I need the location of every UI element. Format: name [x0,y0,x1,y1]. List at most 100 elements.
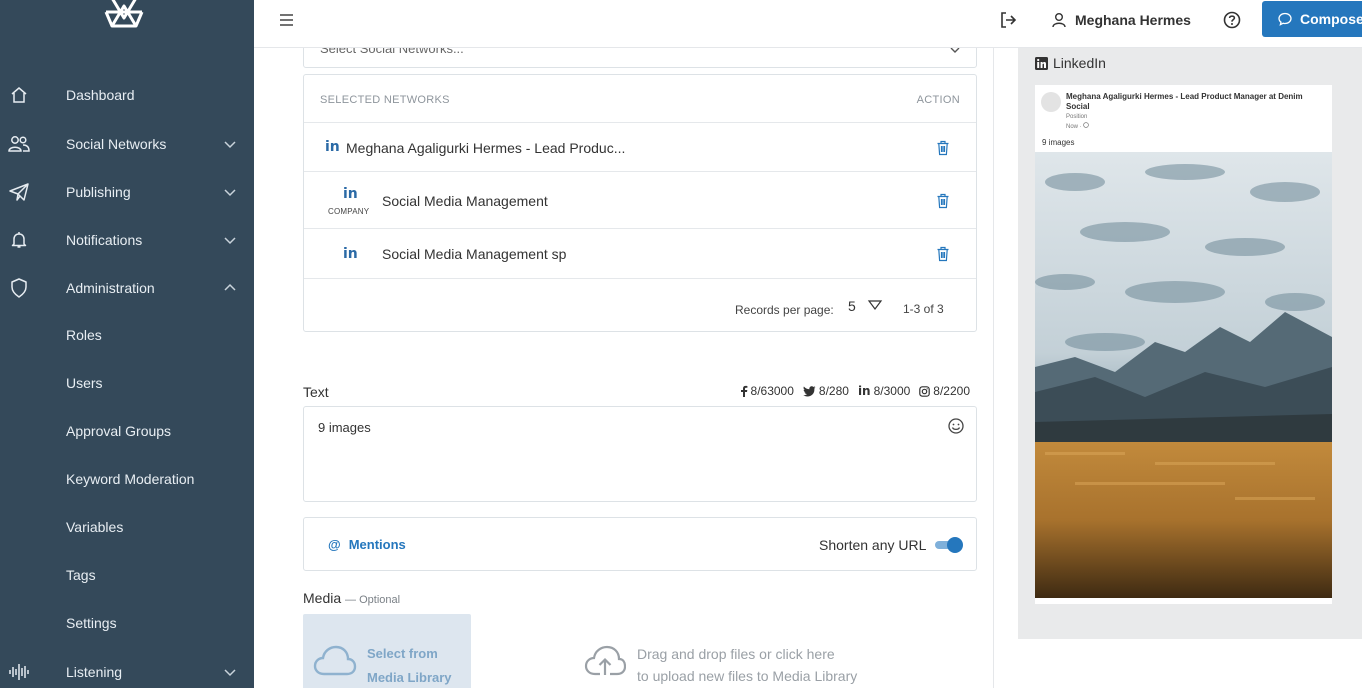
bell-icon [8,229,30,251]
social-network-select[interactable]: Select Social Networks... [303,48,977,68]
cloud-upload-icon[interactable] [584,644,626,678]
sub-label: Settings [66,615,117,631]
preview-author: Meghana Agaligurki Hermes - Lead Product… [1066,92,1303,111]
facebook-count: 8/63000 [740,384,794,398]
nav-label: Dashboard [66,87,135,103]
mentions-label: Mentions [348,537,406,552]
linkedin-icon: in [325,139,340,155]
network-name: Meghana Agaligurki Hermes - Lead Produc.… [346,140,626,156]
sound-wave-icon [8,661,30,683]
linkedin-icon: in [343,246,358,262]
sub-label: Roles [66,327,102,343]
compose-form: Select Social Networks... SELECTED NETWO… [254,48,994,688]
facebook-icon [740,385,747,397]
sidebar-item-users[interactable]: Users [0,363,254,403]
nav-notifications[interactable]: Notifications [0,220,254,260]
preview-panel: LinkedIn Meghana Agaligurki Hermes - Lea… [994,48,1362,688]
mentions-bar: @ Mentions Shorten any URL [303,517,977,571]
optional-hint: — Optional [345,594,401,606]
table-row: in Meghana Agaligurki Hermes - Lead Prod… [304,123,976,172]
media-label: Media — Optional [303,590,401,606]
globe-icon [1083,122,1090,128]
records-per-page-label: Records per page: [735,303,834,317]
post-text-input[interactable]: 9 images [303,406,977,502]
header-action: ACTION [916,94,960,106]
sidebar-item-settings[interactable]: Settings [0,603,254,643]
sidebar-item-roles[interactable]: Roles [0,315,254,355]
avatar [1041,92,1061,112]
emoji-icon[interactable] [947,417,965,435]
twitter-count: 8/280 [803,384,849,398]
header-selected-networks: SELECTED NETWORKS [320,94,450,106]
hamburger-icon[interactable] [278,12,296,28]
paper-plane-icon [8,181,30,203]
preview-text: 9 images [1042,138,1075,147]
pagination: Records per page: 5 1-3 of 3 [304,279,976,333]
sidebar-item-variables[interactable]: Variables [0,507,254,547]
user-menu[interactable]: Meghana Hermes [1051,10,1191,30]
nav-social-networks[interactable]: Social Networks [0,124,254,164]
sub-label: Users [66,375,103,391]
trash-icon[interactable] [936,246,950,262]
nav-label: Social Networks [66,136,167,152]
chevron-up-icon [224,283,236,291]
toggle-knob [947,537,963,553]
table-header: SELECTED NETWORKS ACTION [304,75,976,123]
sidebar-item-approval-groups[interactable]: Approval Groups [0,411,254,451]
preview-title: LinkedIn [1035,55,1106,71]
media-library-text: Select from Media Library [367,646,452,685]
chat-icon [1278,12,1292,26]
records-per-page-value[interactable]: 5 [848,298,856,314]
character-counts: 8/63000 8/280 in 8/3000 8/2200 [714,384,970,398]
trash-icon[interactable] [936,193,950,209]
selected-networks-table: SELECTED NETWORKS ACTION in Meghana Agal… [303,74,977,332]
upload-dropzone-text[interactable]: Drag and drop files or click here to uplo… [637,643,857,687]
sub-label: Approval Groups [66,423,172,439]
trash-icon[interactable] [936,140,950,156]
preview-time: Now · [1066,122,1090,130]
twitter-icon [803,385,816,397]
preview-position: Position [1066,114,1088,120]
shield-icon [8,277,30,299]
nav-label: Notifications [66,232,143,248]
linkedin-icon: in [857,384,871,398]
triangle-down-icon[interactable] [867,299,883,311]
compose-button[interactable]: Compose [1262,1,1362,37]
table-row: in Social Media Management sp [304,229,976,279]
chevron-down-icon [224,669,236,677]
nav-dashboard[interactable]: Dashboard [0,75,254,115]
post-text-value: 9 images [318,420,371,435]
nav-label: Administration [66,280,155,296]
network-type: COMPANY [328,207,370,216]
sub-label: Keyword Moderation [66,471,195,487]
nav-administration[interactable]: Administration [0,268,254,308]
cloud-icon [313,645,357,676]
linkedin-square-icon [1035,56,1048,70]
chevron-down-icon [224,141,236,149]
sidebar: Dashboard Social Networks Publishing Not… [0,0,254,688]
network-name: Social Media Management [382,193,548,209]
users-icon [8,133,30,155]
shorten-url-toggle[interactable] [935,537,963,553]
nav-label: Publishing [66,184,131,200]
sidebar-item-keyword-moderation[interactable]: Keyword Moderation [0,459,254,499]
sub-label: Tags [66,567,96,583]
topbar: Meghana Hermes Compose [254,0,1362,48]
linkedin-preview: LinkedIn Meghana Agaligurki Hermes - Lea… [1018,48,1362,639]
preview-post-card: Meghana Agaligurki Hermes - Lead Product… [1035,85,1332,604]
preview-image [1035,152,1332,598]
sub-label: Variables [66,519,124,535]
logout-icon[interactable] [998,10,1018,30]
app-logo[interactable] [103,0,145,32]
linkedin-icon: in [343,186,358,202]
sidebar-item-tags[interactable]: Tags [0,555,254,595]
preview-network: LinkedIn [1053,55,1106,71]
help-icon[interactable] [1222,10,1242,30]
nav-listening[interactable]: Listening [0,652,254,688]
select-from-media-library-button[interactable]: Select from Media Library [303,614,471,688]
home-icon [8,84,30,106]
mentions-button[interactable]: @ Mentions [328,537,406,552]
table-row: in COMPANY Social Media Management [304,172,976,229]
nav-publishing[interactable]: Publishing [0,172,254,212]
chevron-down-icon [950,48,960,53]
